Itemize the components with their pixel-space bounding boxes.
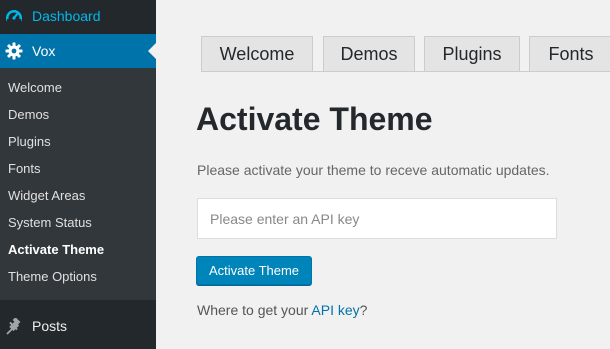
vox-submenu: Welcome Demos Plugins Fonts Widget Areas…	[0, 68, 156, 300]
submenu-item-theme-options[interactable]: Theme Options	[0, 263, 156, 290]
tab-divider	[201, 71, 610, 72]
submenu-item-demos[interactable]: Demos	[0, 101, 156, 128]
activation-description: Please activate your theme to receve aut…	[197, 162, 550, 178]
activate-theme-button[interactable]: Activate Theme	[196, 256, 312, 285]
submenu-item-plugins[interactable]: Plugins	[0, 128, 156, 155]
tab-welcome[interactable]: Welcome	[201, 36, 313, 72]
submenu-item-welcome[interactable]: Welcome	[0, 74, 156, 101]
api-key-input[interactable]	[197, 198, 557, 239]
pin-icon	[5, 318, 23, 336]
dashboard-icon	[5, 8, 23, 26]
admin-sidebar: Dashboard Vox Welcome Demos Plugins Font…	[0, 0, 156, 349]
sidebar-item-label: Dashboard	[32, 8, 101, 24]
main-content: Welcome Demos Plugins Fonts Activate The…	[156, 0, 610, 349]
api-key-link[interactable]: API key	[311, 302, 359, 318]
submenu-item-widget-areas[interactable]: Widget Areas	[0, 182, 156, 209]
current-menu-arrow	[148, 43, 156, 59]
tab-plugins[interactable]: Plugins	[424, 36, 520, 72]
gear-icon	[5, 42, 23, 60]
sidebar-item-posts[interactable]: Posts	[0, 310, 156, 344]
submenu-item-activate-theme[interactable]: Activate Theme	[0, 236, 156, 263]
submenu-item-fonts[interactable]: Fonts	[0, 155, 156, 182]
app: Dashboard Vox Welcome Demos Plugins Font…	[0, 0, 610, 349]
api-key-help-text: Where to get your	[197, 302, 312, 318]
sidebar-item-label: Posts	[32, 318, 68, 334]
api-key-help: Where to get your API key?	[197, 302, 367, 318]
tab-fonts[interactable]: Fonts	[529, 36, 610, 72]
page-title: Activate Theme	[196, 101, 433, 137]
api-key-help-suffix: ?	[359, 302, 368, 318]
tab-demos[interactable]: Demos	[323, 36, 415, 72]
sidebar-item-vox[interactable]: Vox	[0, 34, 156, 68]
sidebar-item-label: Vox	[32, 43, 56, 59]
sidebar-item-dashboard[interactable]: Dashboard	[0, 0, 156, 34]
submenu-item-system-status[interactable]: System Status	[0, 209, 156, 236]
